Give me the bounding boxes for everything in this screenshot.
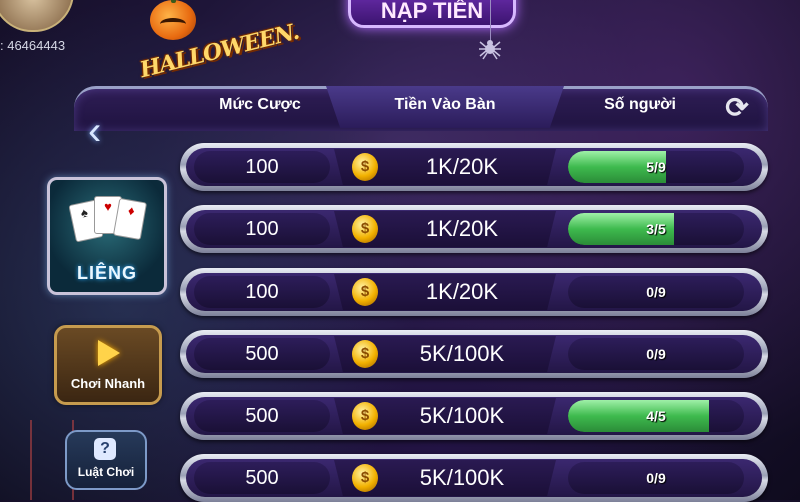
- entry-value: 1K/20K: [425, 154, 499, 179]
- table-row[interactable]: 500 $ 5K/100K 0/9: [180, 454, 768, 502]
- bet-value: 100: [194, 276, 330, 308]
- game-card-label: LIÊNG: [76, 263, 137, 283]
- table-row[interactable]: 500 $ 5K/100K 0/9: [180, 330, 768, 378]
- players-bar: 5/9: [568, 151, 744, 183]
- players-bar: 4/5: [568, 400, 744, 432]
- players-bar: 0/9: [568, 462, 744, 494]
- header-players[interactable]: Số người: [570, 96, 710, 114]
- bet-value: 500: [194, 462, 330, 494]
- entry-value: 5K/100K: [419, 403, 505, 428]
- players-value: 0/9: [646, 470, 666, 486]
- bet-value: 500: [194, 338, 330, 370]
- bet-value: 500: [194, 400, 330, 432]
- players-bar: 0/9: [568, 276, 744, 308]
- quick-play-button[interactable]: Chơi Nhanh: [54, 325, 162, 405]
- players-value: 5/9: [646, 159, 666, 175]
- rules-label: Luật Chơi: [77, 465, 135, 479]
- table-row[interactable]: 100 $ 1K/20K 0/9: [180, 268, 768, 316]
- pumpkin-icon: [150, 0, 196, 40]
- account-id: : 46464443: [0, 38, 66, 53]
- header-entry[interactable]: Tiền Vào Bàn: [340, 96, 550, 114]
- card-icon: ♦: [112, 197, 148, 241]
- table-row[interactable]: 100 $ 1K/20K 5/9: [180, 143, 768, 191]
- refresh-icon[interactable]: ⟳: [722, 93, 752, 123]
- entry-value: 5K/100K: [419, 341, 505, 366]
- players-value: 3/5: [646, 221, 666, 237]
- players-value: 4/5: [646, 408, 666, 424]
- entry-value: 1K/20K: [425, 216, 499, 241]
- coin-icon: $: [352, 402, 378, 430]
- back-icon[interactable]: ‹: [88, 111, 110, 151]
- entry-value: 1K/20K: [425, 279, 499, 304]
- header-bet[interactable]: Mức Cược: [200, 96, 320, 114]
- coin-icon: $: [352, 278, 378, 306]
- spider-icon: [479, 40, 501, 60]
- table-row[interactable]: 100 $ 1K/20K 3/5: [180, 205, 768, 253]
- players-value: 0/9: [646, 284, 666, 300]
- game-card[interactable]: ♠ ♥ ♦ LIÊNG: [47, 177, 167, 295]
- halloween-logo: HALLOWEEN.: [132, 0, 301, 84]
- quick-play-label: Chơi Nhanh: [70, 376, 146, 391]
- question-icon: ?: [94, 438, 116, 460]
- coin-icon: $: [352, 215, 378, 243]
- play-icon: [98, 340, 120, 366]
- coin-icon: $: [352, 340, 378, 368]
- entry-value: 5K/100K: [419, 465, 505, 490]
- rules-button[interactable]: ? Luật Chơi: [65, 430, 147, 490]
- players-bar: 0/9: [568, 338, 744, 370]
- players-bar: 3/5: [568, 213, 744, 245]
- coin-icon: $: [352, 153, 378, 181]
- bet-value: 100: [194, 213, 330, 245]
- coin-icon: $: [352, 464, 378, 492]
- players-value: 0/9: [646, 346, 666, 362]
- bet-value: 100: [194, 151, 330, 183]
- table-row[interactable]: 500 $ 5K/100K 4/5: [180, 392, 768, 440]
